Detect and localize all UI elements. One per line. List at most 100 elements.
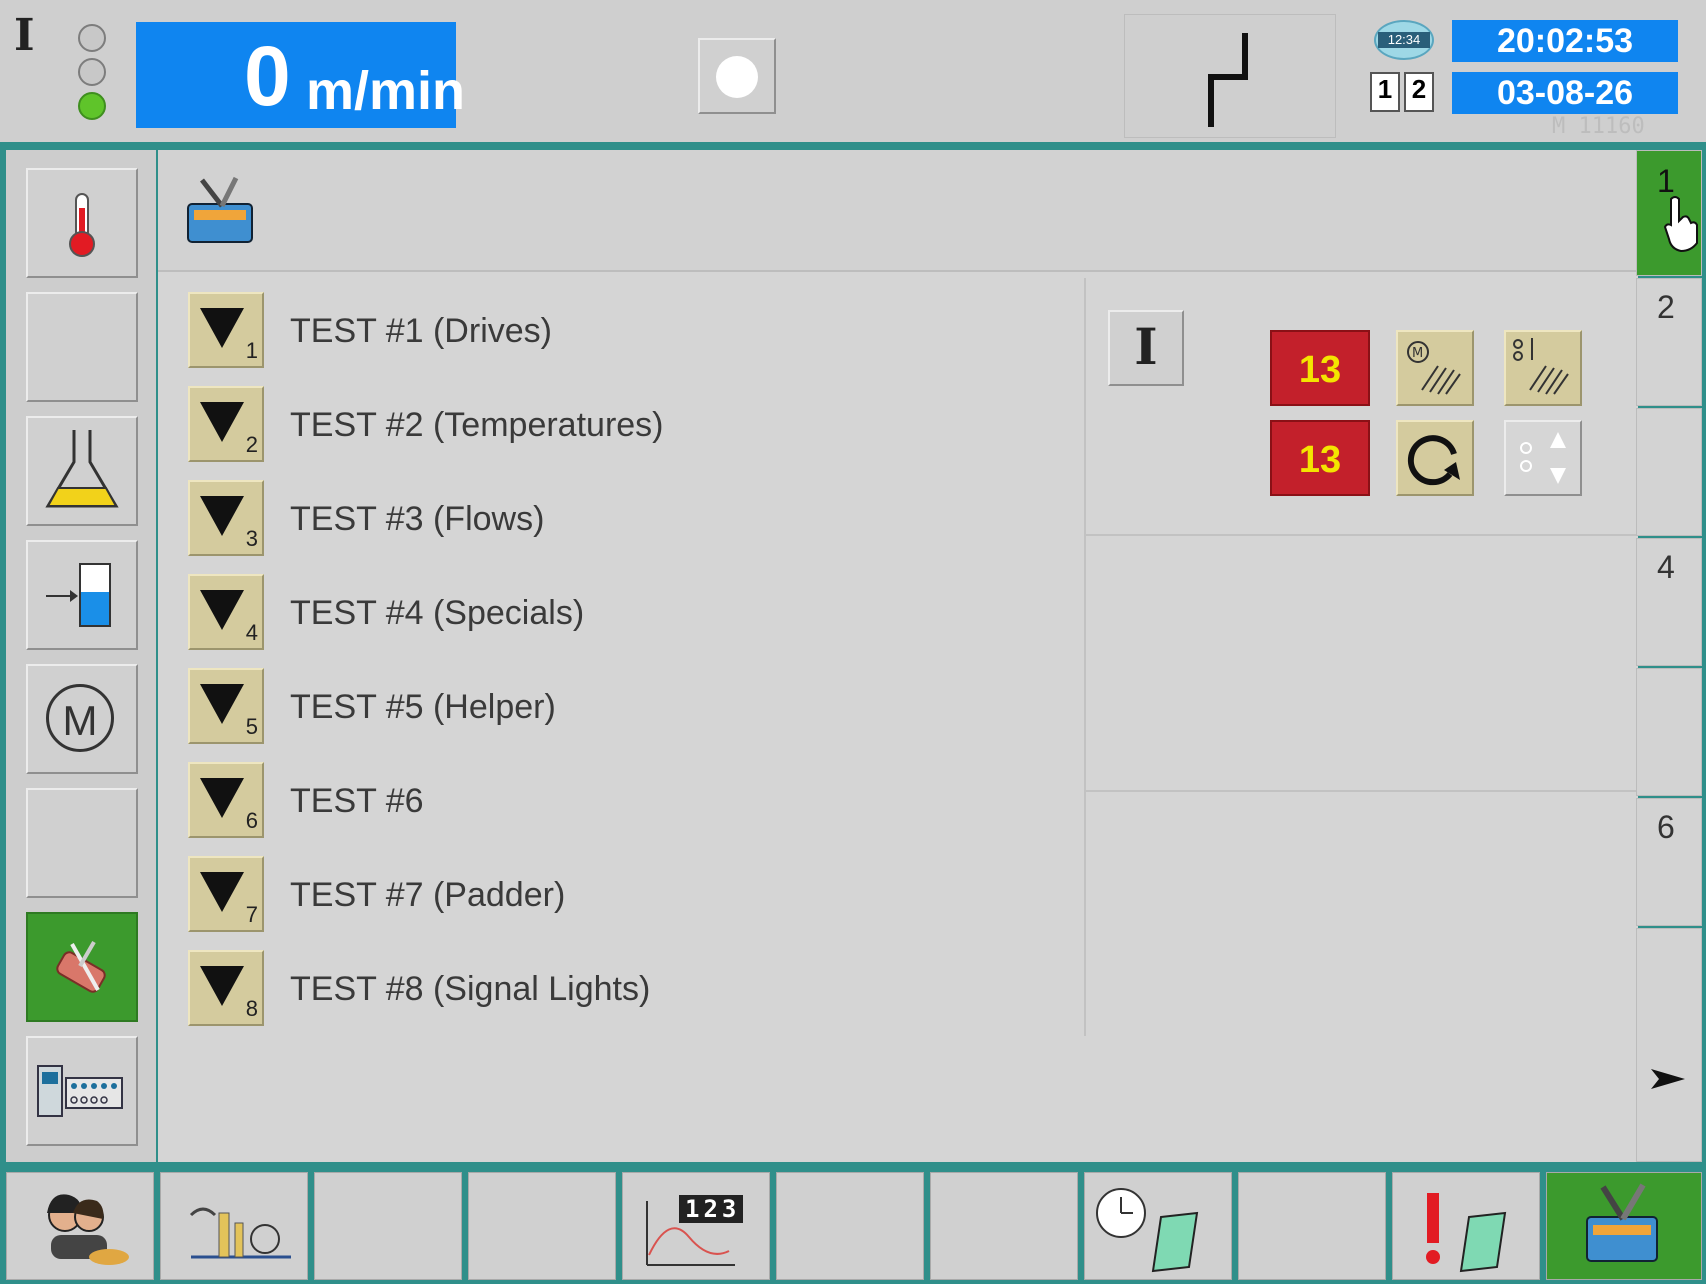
- list-item: 8 TEST #8 (Signal Lights): [188, 950, 1068, 1030]
- control-panel-icon: [37, 1065, 123, 1117]
- clock-log-icon: [1096, 1188, 1199, 1273]
- tab-page-next[interactable]: [1636, 928, 1702, 1162]
- test-run-button[interactable]: 2: [188, 386, 264, 462]
- mode-indicator: I: [14, 10, 35, 61]
- sidebar-item-chemicals[interactable]: [26, 416, 138, 526]
- list-item: 3 TEST #3 (Flows): [188, 480, 1068, 560]
- machine-overview-button[interactable]: [160, 1172, 308, 1280]
- tab-page-4[interactable]: 4: [1636, 538, 1702, 666]
- test-run-button[interactable]: 1: [188, 292, 264, 368]
- test-run-button[interactable]: 5: [188, 668, 264, 744]
- pointer-hand-icon: [1663, 196, 1698, 253]
- list-item: 1 TEST #1 (Drives): [188, 292, 1068, 372]
- manual-adjust-button[interactable]: [1504, 330, 1582, 406]
- sidebar-item-temperature[interactable]: [26, 168, 138, 278]
- next-page-arrow-icon: [1651, 1069, 1685, 1089]
- step-signal-icon: [1208, 33, 1248, 127]
- event-log-button[interactable]: [1084, 1172, 1232, 1280]
- clock-icon[interactable]: 12:34: [1368, 14, 1440, 66]
- right-panel: I 13 13 M: [1084, 278, 1636, 1036]
- triangle-down-icon: [200, 778, 244, 818]
- lamp-green: [78, 92, 106, 120]
- trend-button[interactable]: 123: [622, 1172, 770, 1280]
- test-label: TEST #7 (Padder): [290, 876, 566, 914]
- speed-unit: m/min: [306, 61, 466, 121]
- test-run-button[interactable]: 3: [188, 480, 264, 556]
- thermometer-icon: [69, 193, 95, 257]
- trend-chart-icon: [646, 1195, 743, 1266]
- test-label: TEST #1 (Drives): [290, 312, 552, 350]
- bottom-empty-3[interactable]: [776, 1172, 924, 1280]
- sidebar-item-service-tools[interactable]: [26, 912, 138, 1022]
- test-label: TEST #2 (Temperatures): [290, 406, 664, 444]
- reset-cycle-button[interactable]: [1396, 420, 1474, 496]
- triangle-down-icon: [200, 966, 244, 1006]
- service-toolbox-button[interactable]: [1546, 1172, 1702, 1280]
- motor-icon: M: [46, 684, 114, 752]
- alarm-log-icon: [1426, 1193, 1507, 1273]
- bottom-empty-5[interactable]: [1238, 1172, 1386, 1280]
- shift-icon[interactable]: 1 2: [1370, 72, 1438, 116]
- lamp-red: [78, 24, 106, 52]
- toolbox-icon: [187, 176, 253, 243]
- triangle-down-icon: [200, 402, 244, 442]
- time-display: 20:02:53: [1452, 20, 1678, 62]
- speed-display: 0 m/min: [136, 22, 465, 128]
- tab-page-3[interactable]: [1636, 408, 1702, 536]
- tab-page-6[interactable]: 6: [1636, 798, 1702, 926]
- position-adjust-button[interactable]: [1504, 420, 1582, 496]
- triangle-down-icon: [200, 590, 244, 630]
- top-status-bar: I 0 m/min 12:34 1 2 20:02:53 03-08-26 M …: [0, 0, 1706, 146]
- counter-top-badge: 13: [1270, 330, 1370, 406]
- test-run-button[interactable]: 8: [188, 950, 264, 1026]
- list-item: 4 TEST #4 (Specials): [188, 574, 1068, 654]
- machine-icon: [189, 1207, 291, 1259]
- step-indicator: [1124, 14, 1336, 138]
- mode-button[interactable]: I: [1108, 310, 1184, 386]
- manual-motor-button[interactable]: M: [1396, 330, 1474, 406]
- test-run-button[interactable]: 4: [188, 574, 264, 650]
- flask-icon: [45, 430, 119, 508]
- sidebar-item-tank-fill[interactable]: [26, 540, 138, 650]
- record-dot-icon: [716, 56, 758, 98]
- sidebar-item-empty-2[interactable]: [26, 788, 138, 898]
- tab-page-5[interactable]: [1636, 668, 1702, 796]
- header-strip: [158, 150, 1636, 272]
- hand-motor-icon: M: [1407, 341, 1461, 395]
- list-item: 7 TEST #7 (Padder): [188, 856, 1068, 936]
- sidebar-item-control-panel[interactable]: [26, 1036, 138, 1146]
- triangle-down-icon: [200, 496, 244, 536]
- users-button[interactable]: [6, 1172, 154, 1280]
- bottom-empty-1[interactable]: [314, 1172, 462, 1280]
- list-item: 2 TEST #2 (Temperatures): [188, 386, 1068, 466]
- list-item: 5 TEST #5 (Helper): [188, 668, 1068, 748]
- bottom-empty-2[interactable]: [468, 1172, 616, 1280]
- alarm-log-button[interactable]: [1392, 1172, 1540, 1280]
- speed-value: 0: [244, 29, 291, 123]
- test-run-button[interactable]: 6: [188, 762, 264, 838]
- tank-fill-icon: [46, 563, 111, 627]
- triangle-down-icon: [200, 684, 244, 724]
- test-label: TEST #6: [290, 782, 424, 820]
- bottom-empty-4[interactable]: [930, 1172, 1078, 1280]
- sidebar-item-motor[interactable]: M: [26, 664, 138, 774]
- list-item: 6 TEST #6: [188, 762, 1068, 842]
- left-sidebar: M: [6, 150, 156, 1162]
- counter-bottom-badge: 13: [1270, 420, 1370, 496]
- test-label: TEST #3 (Flows): [290, 500, 545, 538]
- machine-id: M 11160: [1552, 114, 1645, 139]
- lamp-yellow: [78, 58, 106, 86]
- record-button[interactable]: [698, 38, 776, 114]
- tab-page-1[interactable]: 1: [1636, 150, 1702, 276]
- test-label: TEST #4 (Specials): [290, 594, 585, 632]
- tab-page-2[interactable]: 2: [1636, 278, 1702, 406]
- hand-adjust-icon: [1513, 338, 1569, 395]
- triangle-down-icon: [200, 872, 244, 912]
- sidebar-item-empty-1[interactable]: [26, 292, 138, 402]
- triangle-down-icon: [200, 308, 244, 348]
- toolbox-icon: [1586, 1183, 1658, 1262]
- svg-text:M: M: [1412, 346, 1423, 361]
- main-panel: 1 TEST #1 (Drives) 2 TEST #2 (Temperatur…: [158, 150, 1638, 1162]
- test-run-button[interactable]: 7: [188, 856, 264, 932]
- up-down-adjust-icon: [1520, 432, 1566, 484]
